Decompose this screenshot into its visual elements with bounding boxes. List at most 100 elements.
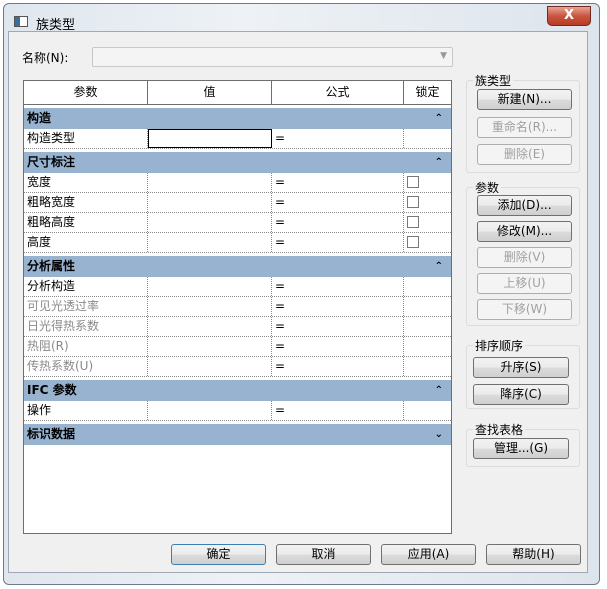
modify-parameter-button[interactable]: 修改(M)... [477,221,572,242]
table-row: 热阻(R) = [24,337,451,357]
lock-cell [404,193,451,212]
formula-cell[interactable]: = [272,213,404,232]
parameter-name: 高度 [24,233,148,252]
value-cell[interactable] [148,401,272,420]
lock-checkbox[interactable] [407,176,419,188]
table-row: 粗略高度 = [24,213,451,233]
help-button[interactable]: 帮助(H) [486,544,581,565]
group-label: 排序顺序 [473,337,526,354]
col-value[interactable]: 值 [148,81,272,104]
collapse-icon[interactable]: ⌃ [435,152,443,173]
lock-cell [404,233,451,252]
new-type-button[interactable]: 新建(N)... [477,89,572,110]
table-row: 粗略宽度 = [24,193,451,213]
name-label: 名称(N): [22,51,69,65]
rename-type-button[interactable]: 重命名(R)... [477,117,572,138]
col-formula[interactable]: 公式 [272,81,404,104]
parameter-name: 热阻(R) [24,337,148,356]
section-title: 尺寸标注 [27,155,76,169]
value-cell[interactable] [148,213,272,232]
formula-cell[interactable]: = [272,193,404,212]
sort-descending-button[interactable]: 降序(C) [473,384,569,405]
group-label: 查找表格 [473,421,526,438]
lock-cell [404,173,451,192]
move-up-button[interactable]: 上移(U) [477,273,572,294]
value-cell[interactable] [148,317,272,336]
formula-cell[interactable]: = [272,337,404,356]
chevron-down-icon: ▼ [440,51,447,61]
move-down-button[interactable]: 下移(W) [477,299,572,320]
col-lock[interactable]: 锁定 [404,81,451,104]
lock-cell [404,401,451,420]
col-parameter[interactable]: 参数 [24,81,148,104]
group-label: 参数 [473,179,502,196]
name-dropdown[interactable]: ▼ [92,47,453,67]
value-cell[interactable] [148,337,272,356]
table-row: 可见光透过率 = [24,297,451,317]
expand-icon[interactable]: ⌄ [435,424,443,445]
value-cell[interactable] [148,357,272,376]
parameter-name: 粗略宽度 [24,193,148,212]
value-cell[interactable] [148,233,272,252]
table-row: 日光得热系数 = [24,317,451,337]
add-parameter-button[interactable]: 添加(D)... [477,195,572,216]
table-row: 宽度 = [24,173,451,193]
lock-cell [404,357,451,376]
formula-cell[interactable]: = [272,233,404,252]
formula-cell[interactable]: = [272,317,404,336]
lock-cell [404,337,451,356]
table-row: 高度 = [24,233,451,253]
section-title: 标识数据 [27,427,76,441]
section-title: IFC 参数 [27,383,77,397]
lock-cell [404,297,451,316]
section-header[interactable]: 标识数据 ⌄ [24,424,451,445]
formula-cell[interactable]: = [272,357,404,376]
section-header[interactable]: IFC 参数 ⌃ [24,380,451,401]
parameter-name: 可见光透过率 [24,297,148,316]
parameter-name: 宽度 [24,173,148,192]
parameter-name: 传热系数(U) [24,357,148,376]
collapse-icon[interactable]: ⌃ [435,256,443,277]
section-header[interactable]: 分析属性 ⌃ [24,256,451,277]
delete-type-button[interactable]: 删除(E) [477,144,572,165]
grid-header: 参数 值 公式 锁定 [24,81,451,105]
parameter-name: 操作 [24,401,148,420]
parameter-name: 粗略高度 [24,213,148,232]
formula-cell[interactable]: = [272,297,404,316]
lock-cell [404,277,451,296]
formula-cell[interactable]: = [272,173,404,192]
lock-cell [404,317,451,336]
delete-parameter-button[interactable]: 删除(V) [477,247,572,268]
formula-cell[interactable]: = [272,129,404,148]
app-icon [14,16,28,27]
manage-lookup-button[interactable]: 管理...(G) [473,438,569,459]
formula-cell[interactable]: = [272,401,404,420]
formula-cell[interactable]: = [272,277,404,296]
ok-button[interactable]: 确定 [171,544,266,565]
value-cell[interactable] [148,193,272,212]
lock-checkbox[interactable] [407,236,419,248]
group-label: 族类型 [473,72,514,89]
parameter-grid: 参数 值 公式 锁定 构造 ⌃ 构造类型 = 尺寸标注 ⌃ 宽度 = 粗略宽度 = 粗略高度 = 高度 =… [23,80,452,534]
value-cell[interactable] [148,297,272,316]
cancel-button[interactable]: 取消 [276,544,371,565]
lock-cell [404,129,451,148]
apply-button[interactable]: 应用(A) [381,544,476,565]
table-row: 传热系数(U) = [24,357,451,377]
table-row: 构造类型 = [24,129,451,149]
section-title: 构造 [27,111,52,125]
sort-ascending-button[interactable]: 升序(S) [473,357,569,378]
section-title: 分析属性 [27,259,76,273]
parameter-name: 日光得热系数 [24,317,148,336]
collapse-icon[interactable]: ⌃ [435,380,443,401]
value-cell[interactable] [148,173,272,192]
lock-checkbox[interactable] [407,196,419,208]
table-row: 分析构造 = [24,277,451,297]
value-cell[interactable] [148,129,272,148]
close-button[interactable]: X [547,6,591,26]
section-header[interactable]: 构造 ⌃ [24,108,451,129]
section-header[interactable]: 尺寸标注 ⌃ [24,152,451,173]
collapse-icon[interactable]: ⌃ [435,108,443,129]
lock-checkbox[interactable] [407,216,419,228]
value-cell[interactable] [148,277,272,296]
